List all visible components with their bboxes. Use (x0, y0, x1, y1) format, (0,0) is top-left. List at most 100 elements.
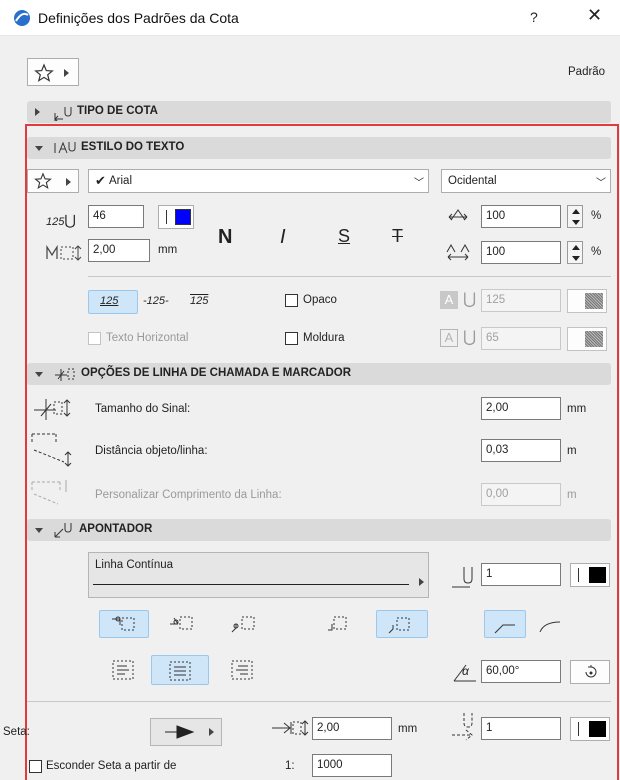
help-button[interactable]: ? (530, 9, 538, 25)
custom-length-label: Personalizar Comprimento da Linha: (95, 489, 282, 501)
align-right-button[interactable] (218, 655, 268, 685)
straight-pointer-icon (494, 624, 515, 634)
expand-icon (35, 108, 40, 116)
frame-fill-button[interactable] (567, 327, 607, 351)
frame-pen-field[interactable]: 65 (481, 327, 561, 350)
pointer-color-button[interactable] (570, 563, 610, 587)
color-swatch (589, 721, 606, 737)
pointer-shape-icon (328, 616, 347, 631)
pointer-straight-button[interactable] (484, 610, 526, 638)
opaque-fill-button[interactable] (567, 289, 607, 313)
script-value: Ocidental (448, 175, 497, 187)
distance-field[interactable]: 0,03 (481, 439, 561, 462)
hatch-swatch (585, 293, 603, 309)
hide-arrow-checkbox[interactable] (29, 760, 42, 773)
fill-a-icon: A (440, 291, 458, 309)
section-apontador[interactable]: APONTADOR (27, 519, 611, 541)
hatch-swatch (585, 331, 603, 347)
pen-line-icon (452, 567, 473, 588)
opaque-pen-field[interactable]: 125 (481, 289, 561, 312)
collapse-icon (35, 146, 43, 151)
marker-size-field[interactable]: 2,00 (481, 397, 561, 420)
opaque-label: Opaco (303, 294, 337, 306)
font-favorites-button[interactable] (27, 169, 79, 193)
opaque-checkbox[interactable] (285, 294, 298, 307)
italic-button[interactable]: I (280, 226, 286, 249)
align-center-button[interactable] (151, 655, 209, 685)
section-tipo-de-cota[interactable]: TIPO DE COTA (27, 101, 611, 123)
section-linha-de-chamada[interactable]: OPÇÕES DE LINHA DE CHAMADA E MARCADOR (27, 363, 611, 385)
pointer-shape-1-button[interactable] (99, 610, 149, 638)
strikethrough-button[interactable]: T (392, 226, 403, 247)
arrow-pen-field[interactable]: 1 (481, 717, 561, 740)
pointer-shape-4-button[interactable] (316, 610, 366, 638)
frame-label: Moldura (303, 332, 345, 344)
chevron-right-icon (66, 178, 71, 186)
hide-arrow-label: Esconder Seta a partir de (46, 760, 177, 772)
char-spacing-spinner[interactable] (567, 241, 583, 264)
close-button[interactable]: ✕ (587, 5, 602, 26)
marker-size-icon (34, 399, 71, 420)
window-title: Definições dos Padrões da Cota (38, 10, 239, 26)
width-factor-field[interactable]: 100 (481, 205, 561, 228)
arrow-type-button[interactable] (150, 718, 222, 746)
bold-button[interactable]: N (218, 226, 232, 249)
arrow-color-button[interactable] (570, 717, 610, 741)
pointer-pen-field[interactable]: 1 (481, 563, 561, 586)
section-title: TIPO DE COTA (77, 105, 158, 117)
font-select[interactable]: ✔ Arial ﹀ (88, 169, 429, 193)
char-spacing-icon (446, 243, 470, 261)
percent-label: % (591, 246, 602, 258)
line-preview (93, 584, 409, 585)
chevron-right-icon (64, 69, 69, 77)
pointer-shape-icon (112, 616, 135, 631)
pointer-shape-icon (231, 616, 255, 633)
pointer-shape-2-button[interactable] (158, 610, 208, 638)
angle-field[interactable]: 60,00° (481, 660, 561, 683)
unit-label: m (567, 445, 577, 457)
number-format-overline-button[interactable]: 125 (190, 295, 208, 307)
collapse-icon (35, 372, 43, 377)
section-title: OPÇÕES DE LINHA DE CHAMADA E MARCADOR (81, 367, 352, 379)
arrow-label: Seta: (3, 726, 30, 738)
alpha-label: α (462, 664, 469, 678)
dimension-type-icon (54, 107, 72, 121)
arrow-size-field[interactable]: 2,00 (312, 717, 392, 740)
number-format-underline-button[interactable]: 125 (88, 290, 138, 314)
angle-lock-button[interactable] (570, 660, 610, 684)
align-left-button[interactable] (99, 655, 149, 685)
chevron-right-icon (419, 578, 424, 586)
horizontal-text-label: Texto Horizontal (106, 332, 189, 344)
align-center-icon (169, 661, 191, 681)
horizontal-text-checkbox[interactable] (88, 332, 101, 345)
distance-icon (31, 433, 72, 467)
pointer-icon (54, 523, 72, 538)
char-spacing-field[interactable]: 100 (481, 241, 561, 264)
preset-name: Padrão (568, 66, 606, 78)
pointer-shape-5-button[interactable] (376, 610, 428, 638)
separator (166, 210, 167, 224)
scale-field[interactable]: 1000 (312, 754, 392, 777)
unit-label: mm (158, 244, 178, 256)
pointer-curved-button[interactable] (530, 610, 572, 638)
section-title: ESTILO DO TEXTO (81, 141, 185, 153)
line-type-select[interactable]: Linha Contínua (88, 552, 429, 598)
pointer-shape-3-button[interactable] (220, 610, 270, 638)
text-size-field[interactable]: 46 (88, 205, 144, 228)
number-format-dash-button[interactable]: -125- (143, 295, 169, 307)
favorites-button[interactable] (27, 58, 79, 86)
frame-checkbox[interactable] (285, 332, 298, 345)
arrow-pen-icon (452, 713, 473, 741)
font-value: Arial (109, 175, 133, 187)
width-factor-spinner[interactable] (567, 205, 583, 228)
text-pen-button[interactable] (158, 205, 194, 229)
star-icon (34, 172, 52, 190)
line-spacing-field[interactable]: 2,00 (88, 239, 150, 262)
text-style-icon (54, 141, 76, 154)
underline-button[interactable]: S (338, 226, 350, 247)
frame-a-icon: A (440, 329, 458, 347)
section-estilo-do-texto[interactable]: ESTILO DO TEXTO (27, 137, 611, 159)
custom-length-field[interactable]: 0,00 (481, 483, 561, 506)
script-select[interactable]: Ocidental ﹀ (441, 169, 611, 193)
unit-label: m (567, 489, 577, 501)
